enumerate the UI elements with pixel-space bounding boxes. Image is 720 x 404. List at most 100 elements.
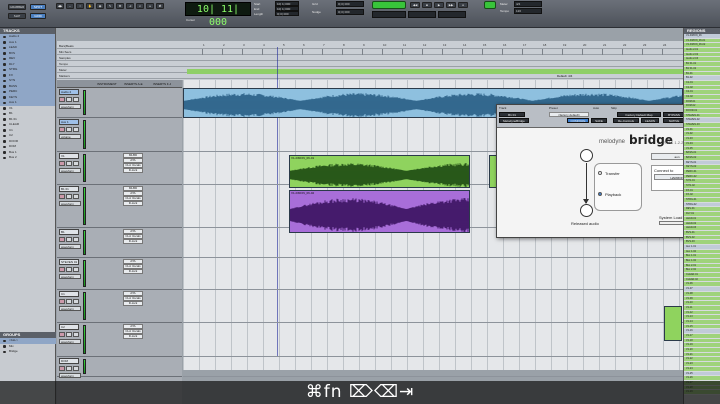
clip-v1-dmon-06-02[interactable]: V1-DMON_06-02 [289,190,470,233]
grid-value[interactable]: 0| 0| 000 [336,1,364,7]
clip-c1-fragment[interactable] [664,306,682,341]
mode-button-grabber[interactable]: GRABBER [8,4,26,10]
track-list-item[interactable]: Bus 2 [0,155,55,161]
solo-button[interactable] [66,366,72,371]
mirror-icon[interactable]: ⇄ [156,3,164,9]
solo-button[interactable] [66,332,72,337]
mute-button[interactable] [73,127,79,132]
track-header[interactable]: B1 waveform ATA CLA Vocals D-lock [57,228,182,258]
insert-slot[interactable]: D-lock [123,201,143,206]
mute-button[interactable] [73,267,79,272]
native-button[interactable]: NATIVE [663,118,685,123]
mute-button[interactable] [73,161,79,166]
track-lane[interactable] [183,323,683,357]
track-view-selector[interactable]: waveform [59,306,81,311]
mute-button[interactable] [73,332,79,337]
play-icon[interactable]: ▶ [434,2,444,8]
mode-button-grid[interactable]: GRID [30,13,46,19]
solo-button[interactable] [66,237,72,242]
rec-button[interactable] [59,97,65,102]
group-list-item[interactable]: Bridge [0,349,56,355]
track-header[interactable]: DOM waveform [57,357,182,378]
solo-button[interactable] [66,127,72,132]
compare-button[interactable]: COMPARE [567,118,589,123]
rec-button[interactable] [59,161,65,166]
track-lane[interactable] [183,290,683,323]
mute-button[interactable] [73,237,79,242]
track-name-field[interactable]: B1 01 [59,186,79,192]
rewind-icon[interactable]: ◀◀ [410,2,420,8]
mute-button[interactable] [73,194,79,199]
trim-icon[interactable]: ⇔ [66,3,74,9]
transport-play-controls[interactable] [372,1,406,9]
preset-dropdown[interactable]: <factory default> [549,112,589,117]
rec-button[interactable] [59,332,65,337]
track-header[interactable]: C2 waveform ATA CLA Vocals D-lock [57,323,182,357]
stop-icon[interactable]: ■ [422,2,432,8]
post-roll-field[interactable] [408,11,436,18]
length-value[interactable]: 0| 0| 000 [275,11,299,16]
track-name-field[interactable]: STEVEN 01 [59,259,79,265]
track-lane[interactable] [183,357,683,377]
keyboard-focus-icon[interactable]: a [146,3,154,9]
insert-slot[interactable]: ATA [123,324,143,329]
mute-button[interactable] [73,299,79,304]
track-name-field[interactable]: C2 [59,324,79,330]
insert-slot[interactable]: ATA [123,259,143,264]
insert-slot[interactable]: CLA Vocals [123,296,143,301]
insert-slot[interactable]: CLA Vocals [123,163,143,168]
track-name-field[interactable]: V1 [59,153,79,159]
tempo-value[interactable]: 120 [514,8,542,14]
track-name-field[interactable]: Aux 1 [59,119,79,125]
track-header[interactable]: C1 waveform ATA CLA Vocals D-lock [57,290,182,323]
track-selector[interactable]: B1 01 [499,112,525,117]
track-view-selector[interactable]: waveform [59,244,81,249]
track-name-field[interactable]: DOM [59,358,79,364]
selector-icon[interactable]: I [76,3,84,9]
learn-button[interactable]: LEARN [641,118,659,123]
rec-button[interactable] [59,366,65,371]
mute-button[interactable] [73,366,79,371]
solo-button[interactable] [66,97,72,102]
playback-radio[interactable] [598,192,602,196]
track-view-selector[interactable]: volume [59,134,81,139]
rec-button[interactable] [59,194,65,199]
fast-forward-icon[interactable]: ▶▶ [446,2,456,8]
mode-button-spot[interactable]: SPOT [30,4,46,10]
controls-button[interactable]: Re-Controls [613,118,639,123]
bypass-button[interactable]: BYPASS [663,112,685,117]
track-view-selector[interactable]: waveform [59,373,81,378]
metronome-button[interactable] [484,1,496,9]
main-counter[interactable]: 10| 11| 000 [185,2,251,28]
rec-button[interactable] [59,237,65,242]
insert-slot[interactable]: D-lock [123,334,143,339]
pre-roll-field[interactable] [372,11,406,18]
pencil-icon[interactable]: ✎ [106,3,114,9]
rec-button[interactable] [59,127,65,132]
track-view-selector[interactable]: waveform [59,201,81,206]
fade-field[interactable] [438,11,466,18]
grabber-icon[interactable]: ✋ [86,3,94,9]
track-name-field[interactable]: C1 [59,291,79,297]
insert-slot[interactable]: D-lock [123,269,143,274]
insert-slot[interactable]: D-lock [123,168,143,173]
track-header[interactable]: STEVEN 01 waveform ATA CLA Vocals D-lock [57,258,182,290]
insert-slot[interactable]: CLA Vocals [123,234,143,239]
insert-slot[interactable]: CLA Vocals [123,329,143,334]
insert-slot[interactable]: ATA [123,191,143,196]
track-view-selector[interactable]: waveform [59,339,81,344]
smart-tool-icon[interactable]: ✚ [116,3,124,9]
track-header[interactable]: B1 01 waveform MLBD ATA CLA Vocals D-lock [57,185,182,228]
safe-button[interactable]: SAFE [591,118,607,123]
rec-button[interactable] [59,299,65,304]
track-view-selector[interactable]: waveform [59,104,81,109]
insert-slot[interactable]: MLBD [123,153,143,158]
mode-button-slip[interactable]: SLIP [8,13,26,19]
track-name-field[interactable]: B1 [59,229,79,235]
rec-button[interactable] [59,267,65,272]
solo-button[interactable] [66,267,72,272]
track-name-field[interactable]: Audio 2 [59,89,79,95]
insert-slot[interactable]: ATA [123,291,143,296]
track-lane[interactable] [183,258,683,290]
nudge-value[interactable]: 0| 0| 000 [336,9,364,15]
